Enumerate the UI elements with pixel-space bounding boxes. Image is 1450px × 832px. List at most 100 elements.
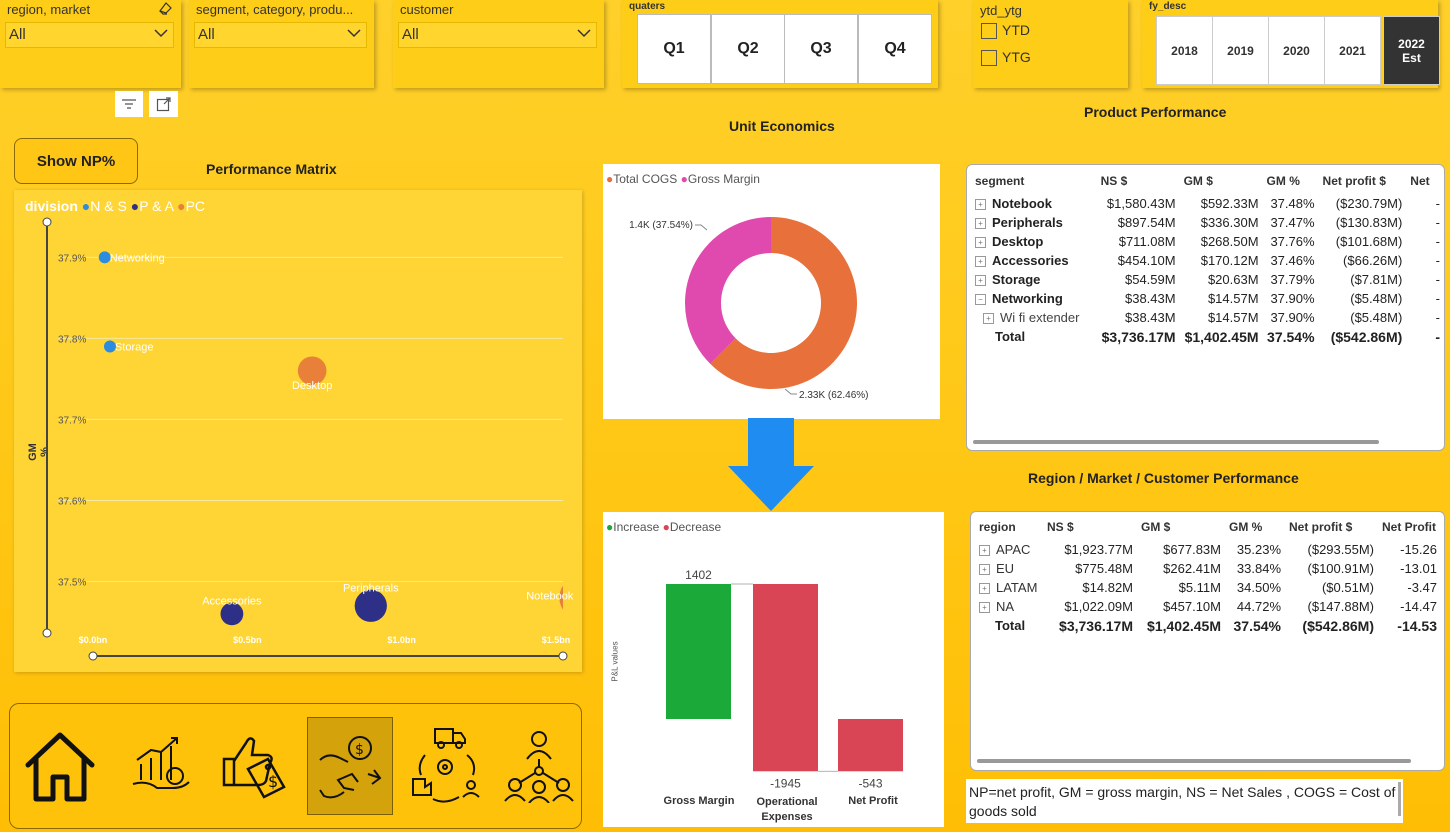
net-profit-percent-cell: -15.26 xyxy=(1400,542,1437,557)
year-button-2021[interactable]: 2021 xyxy=(1324,16,1381,85)
segment-name: Peripherals xyxy=(992,215,1063,230)
focus-mode-icon[interactable] xyxy=(149,91,178,117)
ns-cell: $454.10M xyxy=(1117,253,1176,268)
table-row[interactable]: + NA $1,022.09M $457.10M 44.72% ($147.88M) -14… xyxy=(975,597,1441,616)
gm-cell: $14.57M xyxy=(1207,291,1259,306)
column-header[interactable]: segment xyxy=(971,168,1097,194)
svg-text:$: $ xyxy=(268,772,278,791)
year-button-2018[interactable]: 2018 xyxy=(1156,16,1213,85)
horizontal-scrollbar[interactable] xyxy=(977,759,1411,763)
expand-icon[interactable]: + xyxy=(975,256,986,268)
column-header[interactable]: region xyxy=(975,514,1043,540)
quarter-button-q1[interactable]: Q1 xyxy=(637,14,711,84)
column-header[interactable]: Net profit $ xyxy=(1285,514,1378,540)
quarter-button-q2[interactable]: Q2 xyxy=(711,14,785,84)
eraser-icon[interactable] xyxy=(157,1,173,15)
year-button-2022-est[interactable]: 2022 Est xyxy=(1383,16,1440,85)
expand-icon[interactable]: + xyxy=(979,602,990,614)
nav-home-button[interactable] xyxy=(18,717,102,813)
column-header[interactable]: Net Profit xyxy=(1378,514,1441,540)
gm-cell: $677.83M xyxy=(1163,542,1221,557)
slicer-label: region, market xyxy=(7,2,91,17)
x-tick-label: $0.5bn xyxy=(233,635,262,645)
column-header[interactable]: NS $ xyxy=(1043,514,1137,540)
table-row[interactable]: + Wi fi extender $38.43M $14.57M 37.90% ($5.4… xyxy=(971,308,1444,327)
table-row[interactable]: − Networking $38.43M $14.57M 37.90% ($5.48M) - xyxy=(971,289,1444,308)
segment-dropdown[interactable]: All xyxy=(194,22,367,48)
expand-icon[interactable]: + xyxy=(983,313,994,325)
table-row[interactable]: + APAC $1,923.77M $677.83M 35.23% ($293.55M) -… xyxy=(975,540,1441,559)
region-performance-table: region NS $ GM $ GM % Net profit $ Net P… xyxy=(975,514,1441,635)
table-total-row: Total $3,736.17M $1,402.45M 37.54% ($542.86M… xyxy=(971,327,1444,346)
expand-icon[interactable]: + xyxy=(979,545,990,557)
filter-icon[interactable] xyxy=(115,91,143,117)
collapse-icon[interactable]: − xyxy=(975,294,986,306)
y-slider-handle-top[interactable] xyxy=(42,217,52,227)
expand-icon[interactable]: + xyxy=(975,275,986,287)
segment-name: Networking xyxy=(992,291,1063,306)
nav-supply-chain-button[interactable] xyxy=(403,717,487,813)
expand-icon[interactable]: + xyxy=(979,564,990,576)
nav-growth-button[interactable] xyxy=(120,717,204,813)
ytd-label: YTD xyxy=(1002,22,1030,38)
ns-cell: $1,923.77M xyxy=(1064,542,1133,557)
ns-cell: $14.82M xyxy=(1082,580,1133,595)
column-header[interactable]: Net profit $ xyxy=(1319,168,1407,194)
region-market-slicer: region, market All xyxy=(0,0,181,88)
net-profit-cell: ($0.51M) xyxy=(1321,580,1374,595)
expand-icon[interactable]: + xyxy=(975,199,986,211)
nav-finance-button[interactable]: $ xyxy=(307,717,393,815)
table-row[interactable]: + Storage $54.59M $20.63M 37.79% ($7.81M) - xyxy=(971,270,1444,289)
x-tick-label: $1.0bn xyxy=(387,635,416,645)
expand-icon[interactable]: + xyxy=(979,583,990,595)
table-row[interactable]: + Notebook $1,580.43M $592.33M 37.48% ($230.7… xyxy=(971,194,1444,213)
note-scrollbar[interactable] xyxy=(1398,782,1401,816)
region-market-dropdown[interactable]: All xyxy=(5,22,174,48)
net-profit-cell: ($5.48M) xyxy=(1350,291,1403,306)
table-row[interactable]: + LATAM $14.82M $5.11M 34.50% ($0.51M) -3.47 xyxy=(975,578,1441,597)
donut-slice[interactable] xyxy=(685,217,771,364)
column-header[interactable]: GM $ xyxy=(1137,514,1225,540)
nav-customer-button[interactable]: $ xyxy=(212,717,296,813)
ytd-checkbox[interactable] xyxy=(981,23,997,39)
product-performance-table-panel: segment NS $ GM $ GM % Net profit $ Net … xyxy=(966,164,1445,451)
region-cell: + NA xyxy=(975,597,1043,616)
quarters-slicer: quaters Q1 Q2 Q3 Q4 xyxy=(622,0,938,88)
show-np-button[interactable]: Show NP% xyxy=(14,138,138,184)
waterfall-bar[interactable] xyxy=(753,584,818,772)
x-slider-handle-right[interactable] xyxy=(558,651,568,661)
table-row[interactable]: + EU $775.48M $262.41M 33.84% ($100.91M) -13.0… xyxy=(975,559,1441,578)
table-row[interactable]: + Accessories $454.10M $170.12M 37.46% ($66.2… xyxy=(971,251,1444,270)
column-header[interactable]: GM % xyxy=(1225,514,1285,540)
column-header[interactable]: Net xyxy=(1406,168,1444,194)
column-header[interactable]: NS $ xyxy=(1097,168,1180,194)
category-line: Expenses xyxy=(761,811,813,823)
ytg-checkbox[interactable] xyxy=(981,50,997,66)
segment-cell: + Peripherals xyxy=(971,213,1097,232)
expand-icon[interactable]: + xyxy=(975,218,986,230)
dropdown-value: All xyxy=(9,26,26,43)
gm-cell: $1,402.45M xyxy=(1184,328,1259,345)
customer-dropdown[interactable]: All xyxy=(398,22,597,48)
quarter-button-q4[interactable]: Q4 xyxy=(858,14,932,84)
y-slider-handle-bottom[interactable] xyxy=(42,628,52,638)
slicer-label: fy_desc xyxy=(1149,1,1187,12)
like-price-tag-icon: $ xyxy=(222,737,286,799)
column-header[interactable]: GM % xyxy=(1263,168,1319,194)
y-tick-label: 37.5% xyxy=(58,577,86,588)
quarter-button-q3[interactable]: Q3 xyxy=(784,14,858,84)
nav-team-button[interactable] xyxy=(497,717,581,813)
segment-name: Desktop xyxy=(992,234,1044,249)
year-button-2019[interactable]: 2019 xyxy=(1212,16,1269,85)
expand-icon[interactable]: + xyxy=(975,237,986,249)
waterfall-bar[interactable] xyxy=(666,584,731,719)
waterfall-bar[interactable] xyxy=(838,719,903,772)
net-profit-percent-cell: -3.47 xyxy=(1407,580,1437,595)
table-row[interactable]: + Peripherals $897.54M $336.30M 37.47% ($130.… xyxy=(971,213,1444,232)
x-slider-handle-left[interactable] xyxy=(88,651,98,661)
year-button-2020[interactable]: 2020 xyxy=(1268,16,1325,85)
product-performance-table: segment NS $ GM $ GM % Net profit $ Net … xyxy=(971,168,1444,346)
horizontal-scrollbar[interactable] xyxy=(973,440,1379,444)
column-header[interactable]: GM $ xyxy=(1180,168,1263,194)
table-row[interactable]: + Desktop $711.08M $268.50M 37.76% ($101.68M)… xyxy=(971,232,1444,251)
